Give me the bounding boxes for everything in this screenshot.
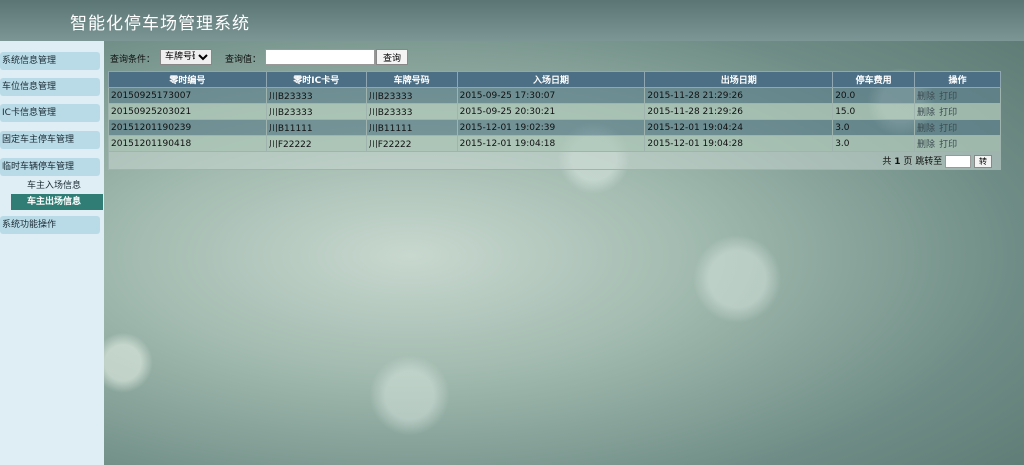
- cell-temp-id: 20150925203021: [108, 103, 267, 120]
- sidebar-item-temp-vehicle[interactable]: 临时车辆停车管理: [0, 158, 100, 176]
- exit-records-table: 零时编号 零时IC卡号 车牌号码 入场日期 出场日期 停车费用 操作 20150…: [108, 71, 1001, 170]
- query-condition-label: 查询条件：: [110, 55, 156, 65]
- cell-entry-date: 2015-09-25 17:30:07: [456, 87, 646, 104]
- pager-row: 共 1 页 跳转至 转: [108, 151, 1001, 170]
- col-header-temp-ic: 零时IC卡号: [265, 71, 367, 88]
- cell-exit-date: 2015-12-01 19:04:24: [644, 119, 834, 136]
- cell-entry-date: 2015-09-25 20:30:21: [456, 103, 646, 120]
- table-row: 20150925173007 川B23333 川B23333 2015-09-2…: [108, 87, 1001, 104]
- cell-entry-date: 2015-12-01 19:04:18: [456, 135, 646, 152]
- sidebar-item-parking-space[interactable]: 车位信息管理: [0, 78, 100, 96]
- delete-link[interactable]: 删除: [917, 140, 935, 150]
- cell-entry-date: 2015-12-01 19:02:39: [456, 119, 646, 136]
- cell-actions: 删除 打印: [914, 87, 1001, 104]
- query-value-input[interactable]: [265, 49, 375, 65]
- print-link[interactable]: 打印: [939, 92, 957, 102]
- cell-exit-date: 2015-12-01 19:04:28: [644, 135, 834, 152]
- col-header-fee: 停车费用: [832, 71, 916, 88]
- print-link[interactable]: 打印: [939, 140, 957, 150]
- cell-fee: 3.0: [832, 135, 916, 152]
- col-header-plate: 车牌号码: [365, 71, 458, 88]
- sidebar-item-system-info[interactable]: 系统信息管理: [0, 52, 100, 70]
- cell-actions: 删除 打印: [914, 103, 1001, 120]
- cell-temp-ic: 川B23333: [265, 87, 367, 104]
- sidebar: 系统信息管理 车位信息管理 IC卡信息管理 固定车主停车管理 临时车辆停车管理 …: [0, 41, 104, 465]
- cell-fee: 20.0: [832, 87, 916, 104]
- page-jump-input[interactable]: [945, 154, 972, 168]
- table-row: 20151201190239 川B11111 川B11111 2015-12-0…: [108, 119, 1001, 136]
- cell-fee: 3.0: [832, 119, 916, 136]
- sidebar-item-fixed-owner[interactable]: 固定车主停车管理: [0, 131, 100, 149]
- cell-temp-id: 20151201190418: [108, 135, 267, 152]
- cell-plate: 川B23333: [365, 103, 458, 120]
- cell-temp-ic: 川F22222: [265, 135, 367, 152]
- cell-temp-id: 20150925173007: [108, 87, 267, 104]
- query-button[interactable]: 查询: [376, 49, 408, 65]
- cell-plate: 川B11111: [365, 119, 458, 136]
- sidebar-item-ic-card[interactable]: IC卡信息管理: [0, 104, 100, 122]
- query-condition-select[interactable]: 车牌号码: [160, 49, 212, 65]
- delete-link[interactable]: 删除: [917, 108, 935, 118]
- table-row: 20150925203021 川B23333 川B23333 2015-09-2…: [108, 103, 1001, 120]
- print-link[interactable]: 打印: [939, 124, 957, 134]
- cell-temp-ic: 川B23333: [265, 103, 367, 120]
- cell-exit-date: 2015-11-28 21:29:26: [644, 103, 834, 120]
- cell-actions: 删除 打印: [914, 119, 1001, 136]
- cell-actions: 删除 打印: [914, 135, 1001, 152]
- pager-total-pages: 1: [894, 156, 901, 167]
- cell-plate: 川F22222: [365, 135, 458, 152]
- sidebar-subitem-exit-info[interactable]: 车主出场信息: [11, 194, 103, 210]
- sidebar-subitem-entry-info[interactable]: 车主入场信息: [11, 178, 103, 194]
- query-value-label: 查询值：: [225, 55, 262, 65]
- cell-temp-ic: 川B11111: [265, 119, 367, 136]
- col-header-exit-date: 出场日期: [644, 71, 834, 88]
- pager-prefix: 共: [882, 156, 892, 167]
- cell-exit-date: 2015-11-28 21:29:26: [644, 87, 834, 104]
- print-link[interactable]: 打印: [939, 108, 957, 118]
- cell-temp-id: 20151201190239: [108, 119, 267, 136]
- delete-link[interactable]: 删除: [917, 92, 935, 102]
- cell-fee: 15.0: [832, 103, 916, 120]
- pager-suffix: 页 跳转至: [903, 156, 943, 167]
- delete-link[interactable]: 删除: [917, 124, 935, 134]
- pager: 共 1 页 跳转至 转: [108, 151, 1001, 170]
- page-go-button[interactable]: 转: [974, 154, 992, 168]
- col-header-entry-date: 入场日期: [456, 71, 646, 88]
- table-header-row: 零时编号 零时IC卡号 车牌号码 入场日期 出场日期 停车费用 操作: [108, 71, 1001, 88]
- sidebar-item-system-functions[interactable]: 系统功能操作: [0, 216, 100, 234]
- col-header-temp-id: 零时编号: [108, 71, 267, 88]
- table-row: 20151201190418 川F22222 川F22222 2015-12-0…: [108, 135, 1001, 152]
- app-title: 智能化停车场管理系统: [70, 14, 250, 34]
- col-header-actions: 操作: [914, 71, 1001, 88]
- cell-plate: 川B23333: [365, 87, 458, 104]
- header: 智能化停车场管理系统: [0, 0, 1024, 41]
